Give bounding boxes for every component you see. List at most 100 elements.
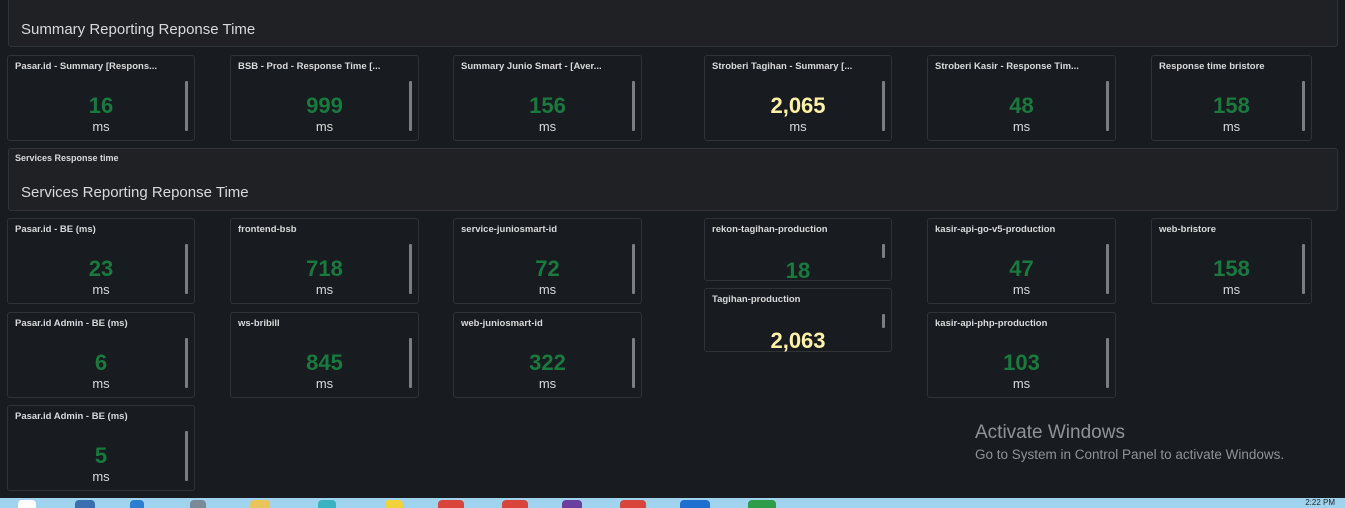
panel-title: kasir-api-go-v5-production bbox=[935, 224, 1056, 235]
panel-unit: ms bbox=[315, 119, 334, 134]
taskbar-app-icon[interactable] bbox=[385, 500, 403, 508]
stat-panel-bristore-summary[interactable]: Response time bristore 158 ms bbox=[1151, 55, 1312, 141]
stat-panel-stroberi-tagihan-summary[interactable]: Stroberi Tagihan - Summary [... 2,065 ms bbox=[704, 55, 892, 141]
panel-resize-handle[interactable] bbox=[632, 81, 635, 131]
taskbar-chrome-icon[interactable] bbox=[502, 500, 528, 508]
panel-title: Summary Junio Smart - [Aver... bbox=[461, 61, 602, 72]
panel-unit: ms bbox=[315, 282, 334, 297]
panel-unit: ms bbox=[92, 469, 110, 484]
panel-resize-handle[interactable] bbox=[1302, 81, 1305, 131]
panel-value: 156 bbox=[529, 93, 566, 118]
panel-value: 158 bbox=[1213, 256, 1250, 281]
panel-value: 5 bbox=[94, 443, 108, 468]
stat-panel-stroberi-kasir-summary[interactable]: Stroberi Kasir - Response Tim... 48 ms bbox=[927, 55, 1116, 141]
panel-value: 999 bbox=[306, 93, 343, 118]
panel-title: frontend-bsb bbox=[238, 224, 297, 235]
panel-resize-handle[interactable] bbox=[882, 314, 885, 328]
services-row-panel: Services Response time Services Reportin… bbox=[8, 148, 1338, 211]
panel-resize-handle[interactable] bbox=[632, 244, 635, 294]
activate-windows-title: Activate Windows bbox=[975, 422, 1125, 443]
panel-title: Stroberi Kasir - Response Tim... bbox=[935, 61, 1079, 72]
panel-resize-handle[interactable] bbox=[882, 244, 885, 258]
panel-value: 158 bbox=[1213, 93, 1250, 118]
services-row-small-title: Services Response time bbox=[15, 153, 119, 163]
stat-panel-web-bristore[interactable]: web-bristore 158 ms bbox=[1151, 218, 1312, 304]
panel-value: 718 bbox=[306, 256, 343, 281]
taskbar-app-icon[interactable] bbox=[75, 500, 95, 508]
panel-title: Stroberi Tagihan - Summary [... bbox=[712, 61, 853, 72]
panel-unit: ms bbox=[92, 119, 110, 134]
panel-title: web-juniosmart-id bbox=[461, 318, 543, 329]
panel-unit: ms bbox=[315, 376, 334, 391]
taskbar-chrome-icon[interactable] bbox=[438, 500, 464, 508]
panel-title: Tagihan-production bbox=[712, 294, 801, 305]
panel-resize-handle[interactable] bbox=[185, 81, 188, 131]
stat-panel-bsb-summary[interactable]: BSB - Prod - Response Time [... 999 ms bbox=[230, 55, 419, 141]
panel-unit: ms bbox=[538, 119, 557, 134]
panel-resize-handle[interactable] bbox=[1106, 244, 1109, 294]
panel-title: BSB - Prod - Response Time [... bbox=[238, 61, 381, 72]
panel-resize-handle[interactable] bbox=[409, 81, 412, 131]
panel-value: 103 bbox=[1003, 350, 1040, 375]
panel-resize-handle[interactable] bbox=[185, 338, 188, 388]
panel-value: 16 bbox=[88, 93, 114, 118]
panel-resize-handle[interactable] bbox=[1302, 244, 1305, 294]
panel-value: 47 bbox=[1009, 256, 1034, 281]
panel-resize-handle[interactable] bbox=[185, 431, 188, 481]
stat-panel-junio-summary[interactable]: Summary Junio Smart - [Aver... 156 ms bbox=[453, 55, 642, 141]
panel-unit: ms bbox=[1222, 282, 1241, 297]
stat-panel-service-juniosmart[interactable]: service-juniosmart-id 72 ms bbox=[453, 218, 642, 304]
panel-value: 2,063 bbox=[770, 328, 826, 353]
panel-title: Response time bristore bbox=[1159, 61, 1265, 72]
activate-windows-subtitle: Go to System in Control Panel to activat… bbox=[975, 447, 1285, 462]
stat-panel-kasir-api-php[interactable]: kasir-api-php-production 103 ms bbox=[927, 312, 1116, 398]
panel-resize-handle[interactable] bbox=[409, 338, 412, 388]
stat-panel-ws-bribill[interactable]: ws-bribill 845 ms bbox=[230, 312, 419, 398]
stat-panel-tagihan-production[interactable]: Tagihan-production 2,063 bbox=[704, 288, 892, 353]
taskbar-app-icon[interactable] bbox=[562, 500, 582, 508]
panel-resize-handle[interactable] bbox=[1106, 81, 1109, 131]
panel-title: rekon-tagihan-production bbox=[712, 224, 828, 235]
taskbar-folder-icon[interactable] bbox=[250, 500, 270, 508]
panel-resize-handle[interactable] bbox=[632, 338, 635, 388]
taskbar-app-icon[interactable] bbox=[318, 500, 336, 508]
summary-row-panel: Summary Reporting Reponse Time bbox=[8, 0, 1338, 47]
stat-panel-pasar-summary[interactable]: Pasar.id - Summary [Respons... 16 ms bbox=[7, 55, 195, 141]
panel-unit: ms bbox=[92, 376, 110, 391]
panel-value: 48 bbox=[1009, 93, 1034, 118]
stat-panel-rekon-tagihan[interactable]: rekon-tagihan-production 18 bbox=[704, 218, 892, 283]
panel-title: kasir-api-php-production bbox=[935, 318, 1048, 329]
panel-value: 72 bbox=[535, 256, 560, 281]
panel-unit: ms bbox=[1012, 119, 1031, 134]
panel-value: 23 bbox=[88, 256, 114, 281]
taskbar-chrome-icon[interactable] bbox=[620, 500, 646, 508]
taskbar-app-icon[interactable] bbox=[130, 500, 144, 508]
stat-panel-frontend-bsb[interactable]: frontend-bsb 718 ms bbox=[230, 218, 419, 304]
panel-resize-handle[interactable] bbox=[1106, 338, 1109, 388]
panel-resize-handle[interactable] bbox=[882, 81, 885, 131]
panel-value: 6 bbox=[94, 350, 108, 375]
panel-value: 322 bbox=[529, 350, 566, 375]
taskbar-app-icon[interactable] bbox=[680, 500, 710, 508]
panel-resize-handle[interactable] bbox=[185, 244, 188, 294]
start-icon[interactable] bbox=[18, 500, 36, 508]
panel-unit: ms bbox=[1012, 376, 1031, 391]
panel-title: Pasar.id - BE (ms) bbox=[15, 224, 96, 235]
taskbar: 2:22 PM bbox=[0, 498, 1345, 508]
panel-resize-handle[interactable] bbox=[409, 244, 412, 294]
panel-unit: ms bbox=[92, 282, 110, 297]
stat-panel-pasar-admin-be-2[interactable]: Pasar.id Admin - BE (ms) 5 ms bbox=[7, 405, 195, 491]
taskbar-clock[interactable]: 2:22 PM bbox=[1305, 498, 1335, 507]
stat-panel-pasar-be[interactable]: Pasar.id - BE (ms) 23 ms bbox=[7, 218, 195, 304]
panel-title: Pasar.id Admin - BE (ms) bbox=[15, 318, 128, 329]
taskbar-app-icon[interactable] bbox=[190, 500, 206, 508]
stat-panel-kasir-api-go[interactable]: kasir-api-go-v5-production 47 ms bbox=[927, 218, 1116, 304]
panel-unit: ms bbox=[538, 376, 557, 391]
panel-value: 2,065 bbox=[770, 93, 826, 118]
stat-panel-web-juniosmart[interactable]: web-juniosmart-id 322 ms bbox=[453, 312, 642, 398]
panel-title: web-bristore bbox=[1159, 224, 1217, 235]
stat-panel-pasar-admin-be[interactable]: Pasar.id Admin - BE (ms) 6 ms bbox=[7, 312, 195, 398]
panel-title: ws-bribill bbox=[238, 318, 280, 329]
panel-unit: ms bbox=[538, 282, 557, 297]
taskbar-app-icon[interactable] bbox=[748, 500, 776, 508]
